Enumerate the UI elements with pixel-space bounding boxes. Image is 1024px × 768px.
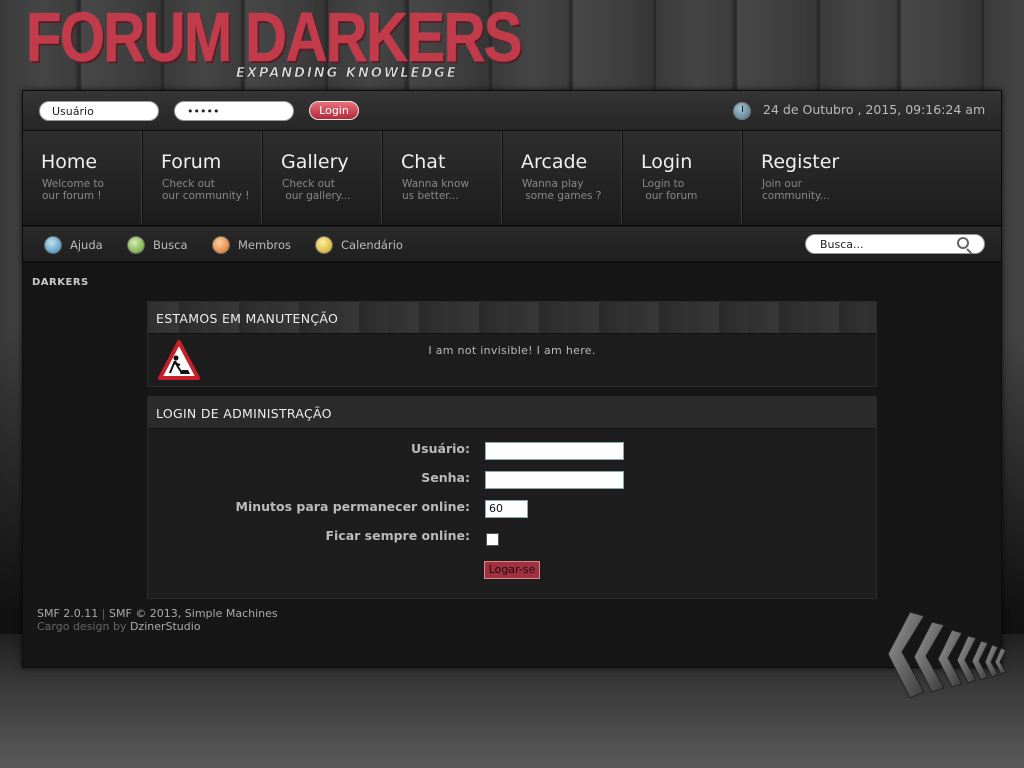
- members-icon: [212, 235, 230, 254]
- help-icon: [44, 235, 62, 254]
- nav-desc: Wanna know us better...: [402, 178, 469, 202]
- always-online-label: Ficar sempre online:: [325, 528, 470, 543]
- subnav-calendar[interactable]: Calendário: [315, 235, 403, 255]
- main-panel: Usuário ••••• Login 24 de Outubro , 2015…: [22, 90, 1002, 668]
- minutes-label: Minutos para permanecer online:: [235, 499, 470, 514]
- subnav-search[interactable]: Busca: [127, 235, 188, 255]
- always-online-checkbox[interactable]: [486, 533, 499, 546]
- calendar-icon: [315, 235, 333, 254]
- site-logo[interactable]: FORUM DARKERS EXPANDING KNOWLEDGE: [26, 0, 523, 84]
- admin-pass-field[interactable]: [485, 471, 624, 489]
- nav-title: Register: [761, 151, 840, 173]
- admin-login-header: LOGIN DE ADMINISTRAÇÃO: [148, 397, 876, 429]
- magnifier-icon[interactable]: [957, 237, 969, 249]
- logo-title: FORUM DARKERS: [26, 0, 523, 76]
- nav-title: Home: [41, 151, 98, 173]
- breadcrumb[interactable]: DARKERS: [32, 277, 89, 288]
- minutes-field[interactable]: 60: [485, 500, 528, 518]
- clock-icon: [733, 102, 751, 120]
- top-bar: Usuário ••••• Login 24 de Outubro , 2015…: [23, 91, 1001, 131]
- subnav-help-label: Ajuda: [70, 238, 103, 252]
- nav-item-login[interactable]: Login Login to our forum: [623, 131, 743, 224]
- nav-desc: Check out our community !: [162, 178, 250, 202]
- maintenance-message: I am not invisible! I am here.: [428, 344, 596, 357]
- user-label: Usuário:: [411, 441, 470, 456]
- footer-separator: |: [101, 607, 106, 620]
- nav-item-arcade[interactable]: Arcade Wanna play some games ?: [503, 131, 623, 224]
- nav-title: Chat: [401, 151, 446, 173]
- nav-item-chat[interactable]: Chat Wanna know us better...: [383, 131, 503, 224]
- maintenance-box: ESTAMOS EM MANUTENÇÃO I am not invisible…: [147, 301, 877, 387]
- designer-link[interactable]: DzinerStudio: [130, 620, 201, 633]
- maintenance-body: I am not invisible! I am here.: [148, 334, 876, 386]
- chevron-decoration-icon: [887, 611, 1007, 699]
- pass-label: Senha:: [421, 470, 470, 485]
- nav-desc: Welcome to our forum !: [42, 178, 104, 202]
- login-button[interactable]: Login: [309, 101, 359, 120]
- maintenance-header: ESTAMOS EM MANUTENÇÃO: [148, 302, 876, 334]
- design-by-text: design by: [72, 619, 127, 633]
- subnav-help[interactable]: Ajuda: [44, 235, 103, 255]
- logo-subtitle: EXPANDING KNOWLEDGE: [236, 66, 458, 82]
- current-datetime: 24 de Outubro , 2015, 09:16:24 am: [763, 102, 986, 117]
- nav-title: Login: [641, 151, 693, 173]
- nav-title: Forum: [161, 151, 222, 173]
- subnav-members-label: Membros: [238, 238, 292, 252]
- smf-version-link[interactable]: SMF 2.0.11: [37, 607, 98, 620]
- main-nav: Home Welcome to our forum ! Forum Check …: [23, 131, 1001, 226]
- logar-button[interactable]: Logar-se: [484, 561, 540, 579]
- subnav-calendar-label: Calendário: [341, 238, 403, 252]
- admin-login-body: Usuário: Senha: Minutos para permanecer …: [148, 429, 876, 598]
- nav-item-gallery[interactable]: Gallery Check out our gallery...: [263, 131, 383, 224]
- subnav-search-label: Busca: [153, 238, 188, 252]
- nav-desc: Wanna play some games ?: [522, 178, 602, 202]
- search-icon: [127, 235, 145, 254]
- nav-item-home[interactable]: Home Welcome to our forum !: [23, 131, 143, 224]
- subnav-members[interactable]: Membros: [212, 235, 291, 255]
- nav-desc: Login to our forum: [642, 178, 698, 202]
- smf-copyright-link[interactable]: SMF © 2013, Simple Machines: [109, 607, 278, 620]
- nav-item-register[interactable]: Register Join our community...: [743, 131, 1001, 224]
- username-input[interactable]: Usuário: [39, 101, 159, 121]
- admin-login-box: LOGIN DE ADMINISTRAÇÃO Usuário: Senha: M…: [147, 396, 877, 599]
- footer-line-2: Cargo design by DzinerStudio: [37, 619, 278, 634]
- footer: SMF 2.0.11 | SMF © 2013, Simple Machines…: [37, 607, 278, 634]
- nav-desc: Join our community...: [762, 178, 830, 202]
- nav-title: Arcade: [521, 151, 588, 173]
- admin-user-field[interactable]: [485, 442, 624, 460]
- theme-name: Cargo: [37, 619, 70, 633]
- nav-item-forum[interactable]: Forum Check out our community !: [143, 131, 263, 224]
- password-input[interactable]: •••••: [174, 101, 294, 121]
- nav-title: Gallery: [281, 151, 349, 173]
- nav-desc: Check out our gallery...: [282, 178, 351, 202]
